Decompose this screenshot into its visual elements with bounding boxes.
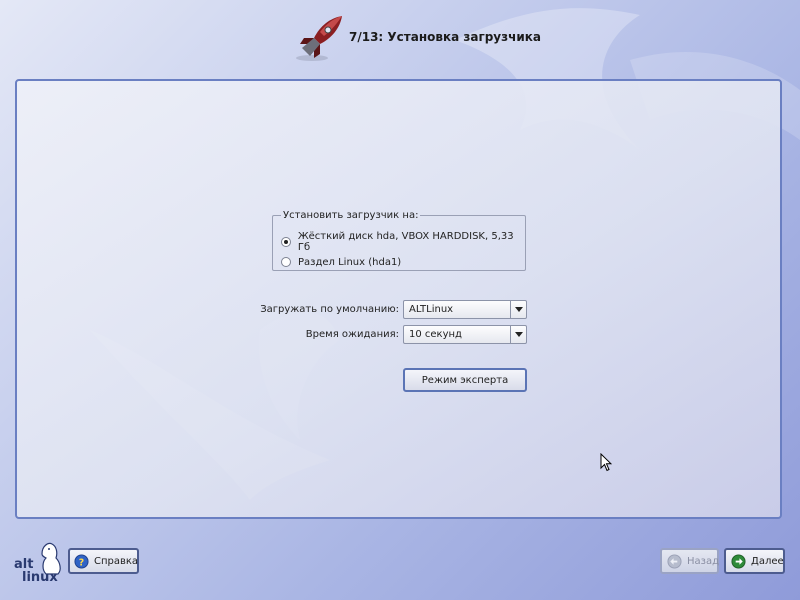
logo-text-linux: linux xyxy=(22,570,58,584)
default-boot-label: Загружать по умолчанию: xyxy=(260,304,399,315)
back-button-label: Назад xyxy=(687,555,720,567)
back-button[interactable]: Назад xyxy=(660,548,719,574)
forward-arrow-icon xyxy=(731,553,746,569)
bootloader-target-legend: Установить загрузчик на: xyxy=(283,210,419,221)
mouse-cursor-icon xyxy=(600,453,612,472)
main-panel xyxy=(15,79,782,519)
help-icon: ? xyxy=(74,553,89,569)
timeout-label: Время ожидания: xyxy=(305,329,399,340)
default-boot-value: ALTLinux xyxy=(409,304,454,315)
timeout-select[interactable]: 10 секунд xyxy=(403,325,527,344)
alt-linux-logo: alt linux xyxy=(14,542,61,584)
next-button-label: Далее xyxy=(751,555,784,567)
step-title: 7/13: Установка загрузчика xyxy=(349,30,541,44)
expert-mode-button[interactable]: Режим эксперта xyxy=(403,368,527,392)
bootloader-target-group: Установить загрузчик на: Жёсткий диск hd… xyxy=(272,210,526,271)
radio-option-hard-disk[interactable]: Жёсткий диск hda, VBOX HARDDISK, 5,33 Гб xyxy=(281,231,525,253)
radio-button-linux-partition[interactable] xyxy=(281,257,291,267)
rocket-icon xyxy=(296,16,342,61)
header-bar: 7/13: Установка загрузчика xyxy=(0,0,800,76)
help-button[interactable]: ? Справка xyxy=(68,548,139,574)
chevron-down-icon[interactable] xyxy=(510,301,526,318)
next-button[interactable]: Далее xyxy=(724,548,785,574)
default-boot-select[interactable]: ALTLinux xyxy=(403,300,527,319)
help-button-label: Справка xyxy=(94,555,139,567)
radio-label-hard-disk: Жёсткий диск hda, VBOX HARDDISK, 5,33 Гб xyxy=(297,231,514,253)
radio-button-hard-disk[interactable] xyxy=(281,237,291,247)
chevron-down-icon[interactable] xyxy=(510,326,526,343)
radio-label-linux-partition: Раздел Linux (hda1) xyxy=(298,256,402,268)
radio-option-linux-partition[interactable]: Раздел Linux (hda1) xyxy=(281,254,401,270)
svg-text:?: ? xyxy=(79,557,84,568)
back-arrow-icon xyxy=(667,553,682,569)
timeout-value: 10 секунд xyxy=(409,329,462,340)
